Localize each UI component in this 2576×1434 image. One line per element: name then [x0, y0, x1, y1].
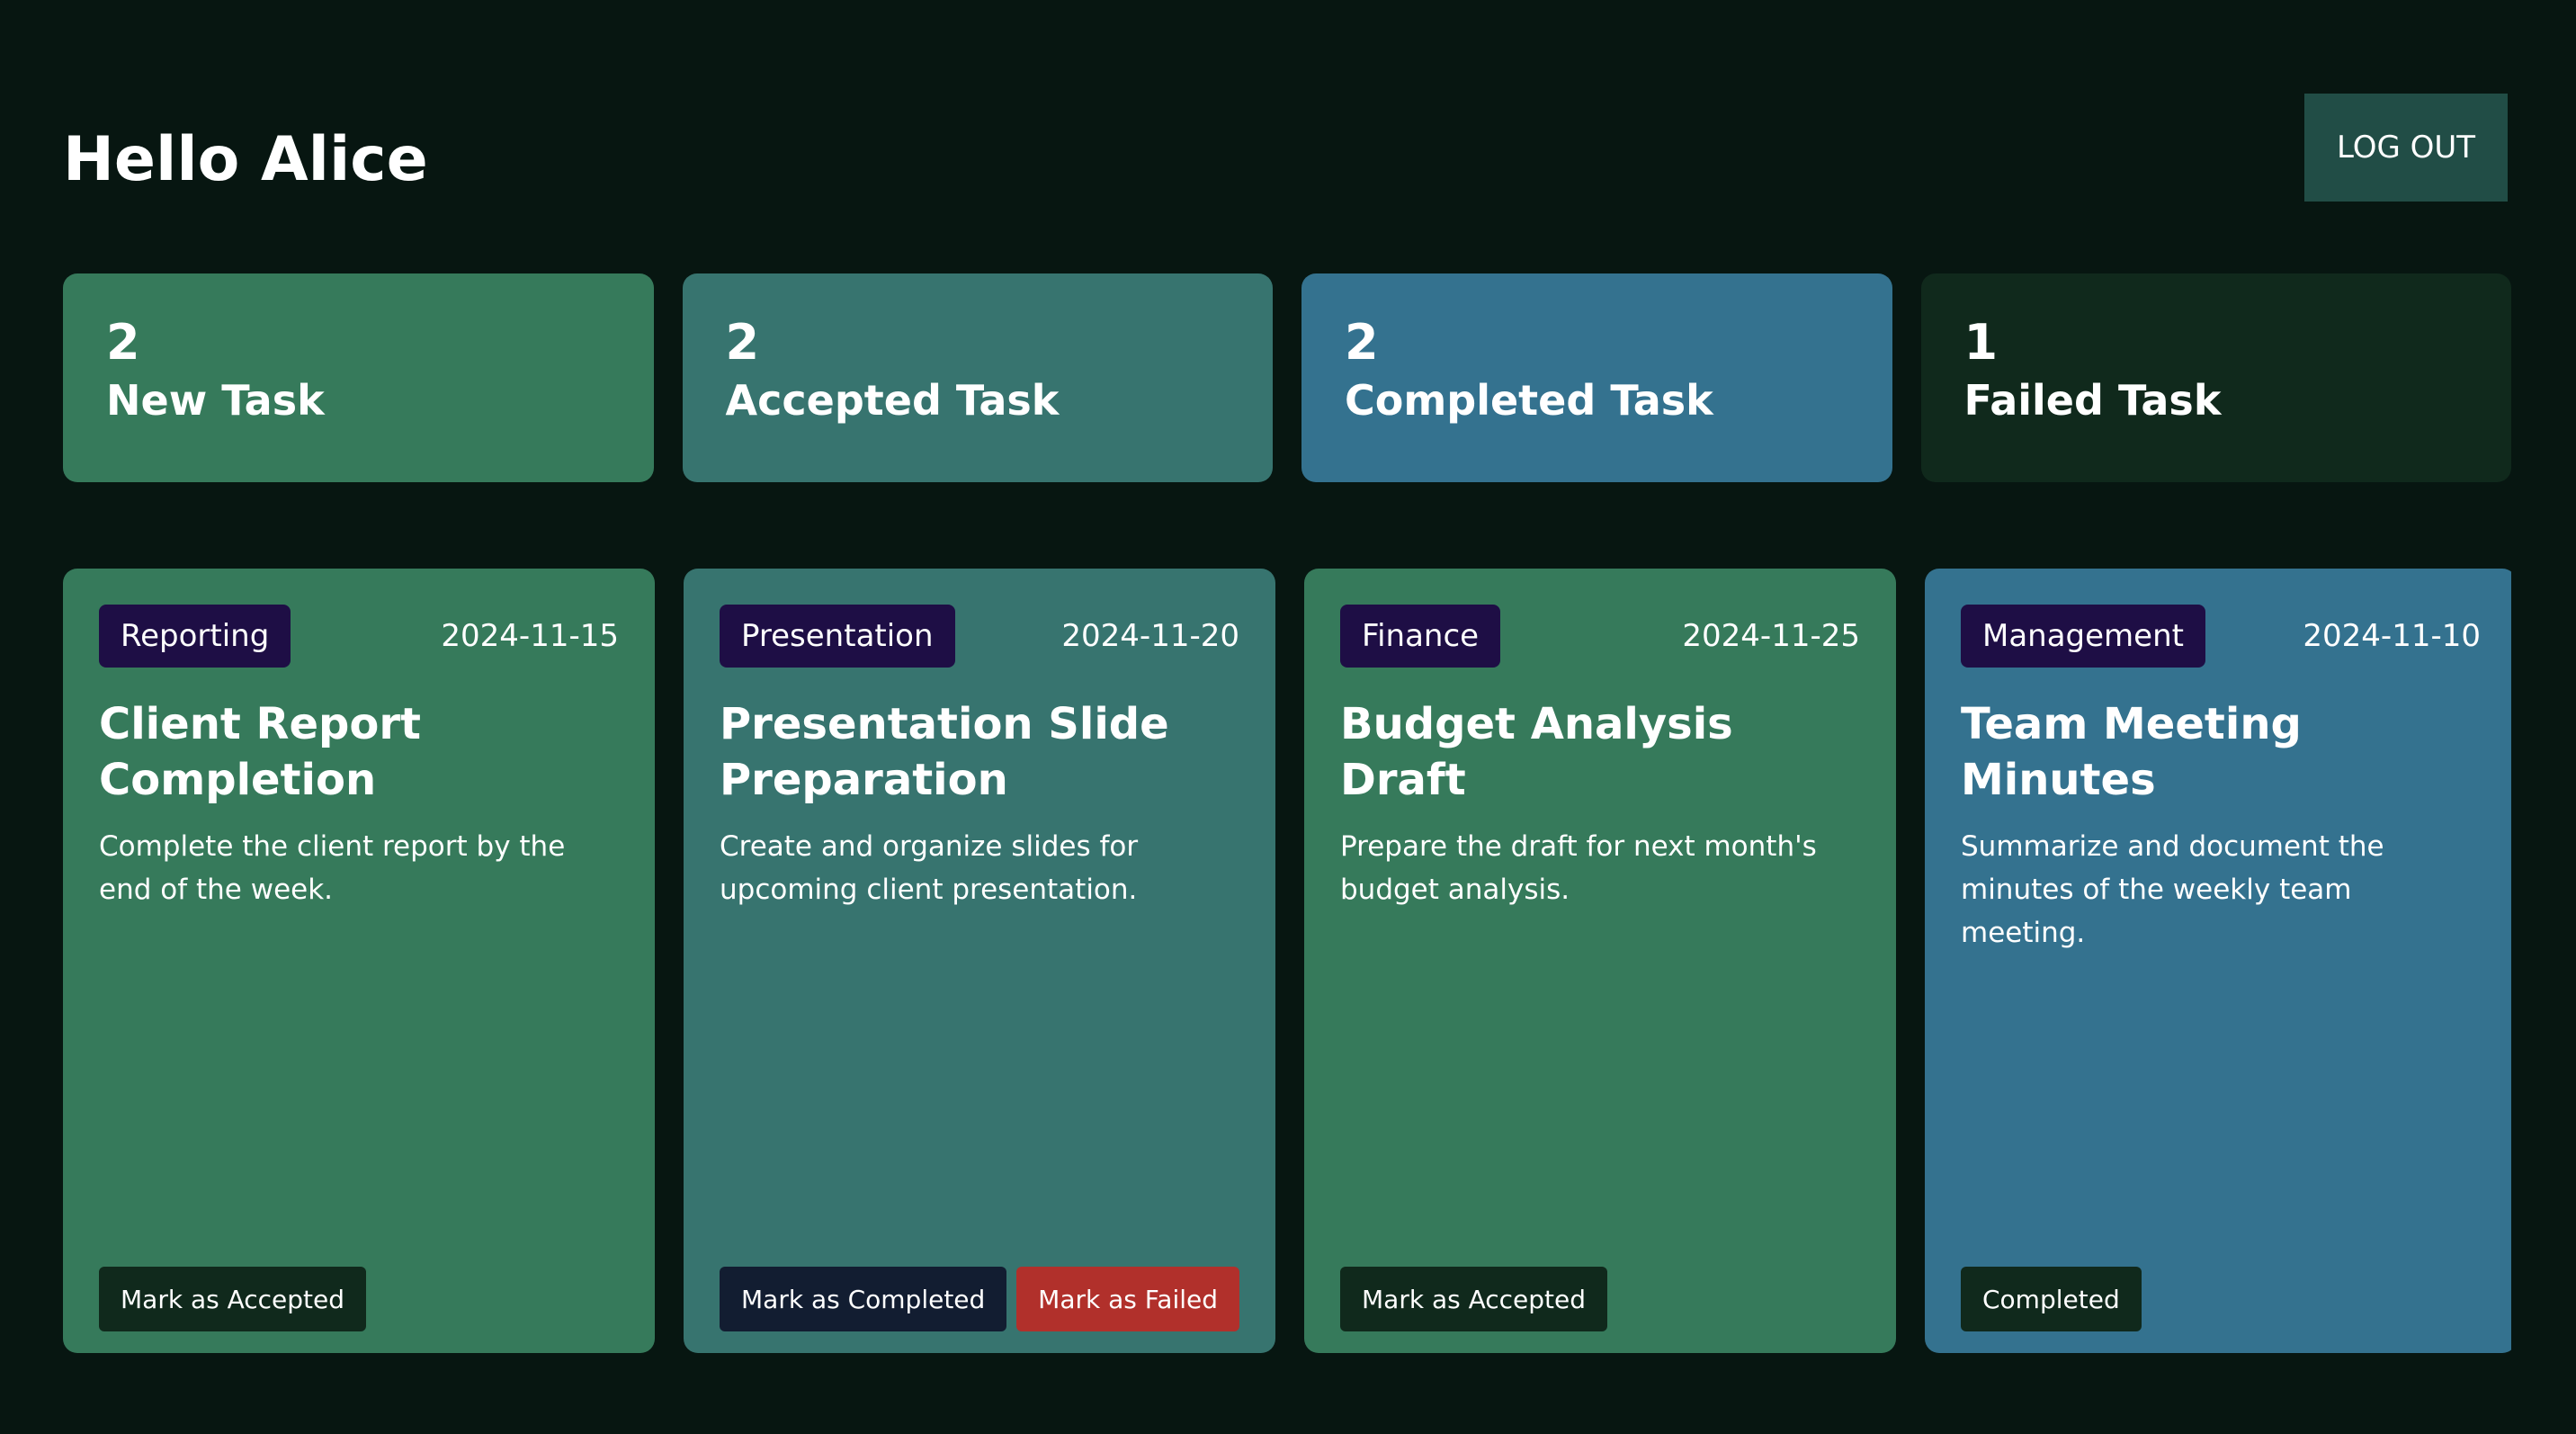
task-meta: Finance 2024-11-25 [1340, 605, 1860, 668]
stat-card-completed: 2 Completed Task [1301, 273, 1892, 482]
task-description: Prepare the draft for next month's budge… [1340, 829, 1817, 906]
task-date: 2024-11-20 [1061, 618, 1239, 654]
mark-accepted-button[interactable]: Mark as Accepted [99, 1267, 367, 1331]
task-description: Summarize and document the minutes of th… [1961, 829, 2384, 949]
stat-label: Failed Task [1963, 376, 2222, 425]
category-badge: Reporting [99, 605, 291, 668]
task-actions: Mark as Accepted [99, 1267, 619, 1331]
stat-count: 2 [725, 314, 760, 371]
logout-button[interactable]: LOG OUT [2304, 94, 2508, 202]
task-list: Reporting 2024-11-15 Client Report Compl… [63, 569, 2511, 1353]
task-card: Reporting 2024-11-15 Client Report Compl… [63, 569, 655, 1353]
category-badge: Management [1961, 605, 2205, 668]
task-stats: 2 New Task 2 Accepted Task 2 Completed T… [63, 273, 2511, 482]
task-actions: Mark as Completed Mark as Failed [720, 1267, 1239, 1331]
task-title: Client Report Completion [99, 699, 421, 806]
stat-card-new: 2 New Task [63, 273, 654, 482]
stat-card-failed: 1 Failed Task [1920, 273, 2511, 482]
completed-button[interactable]: Completed [1961, 1267, 2142, 1331]
category-badge: Presentation [720, 605, 955, 668]
greeting-title: Hello Alice [63, 124, 428, 195]
task-title: Presentation Slide Preparation [720, 699, 1169, 806]
header: Hello Alice LOG OUT [63, 94, 2508, 202]
task-date: 2024-11-25 [1682, 618, 1860, 654]
task-description: Complete the client report by the end of… [99, 829, 566, 906]
mark-failed-button[interactable]: Mark as Failed [1016, 1267, 1239, 1331]
task-actions: Mark as Accepted [1340, 1267, 1860, 1331]
task-date: 2024-11-15 [441, 618, 619, 654]
task-title: Team Meeting Minutes [1961, 699, 2302, 806]
task-card: Finance 2024-11-25 Budget Analysis Draft… [1304, 569, 1896, 1353]
task-title: Budget Analysis Draft [1340, 699, 1733, 806]
stat-label: Accepted Task [725, 376, 1060, 425]
task-card: Presentation 2024-11-20 Presentation Sli… [684, 569, 1275, 1353]
task-date: 2024-11-10 [2303, 618, 2481, 654]
stat-label: New Task [106, 376, 325, 425]
mark-completed-button[interactable]: Mark as Completed [720, 1267, 1007, 1331]
task-description: Create and organize slides for upcoming … [720, 829, 1139, 906]
dashboard-page: Hello Alice LOG OUT 2 New Task 2 Accepte… [0, 0, 2576, 1434]
task-meta: Presentation 2024-11-20 [720, 605, 1239, 668]
task-card: Management 2024-11-10 Team Meeting Minut… [1925, 569, 2511, 1353]
category-badge: Finance [1340, 605, 1501, 668]
stat-count: 1 [1963, 314, 1999, 371]
stat-count: 2 [106, 314, 140, 371]
task-actions: Completed [1961, 1267, 2481, 1331]
task-meta: Management 2024-11-10 [1961, 605, 2481, 668]
stat-label: Completed Task [1345, 376, 1713, 425]
mark-accepted-button[interactable]: Mark as Accepted [1340, 1267, 1608, 1331]
stat-card-accepted: 2 Accepted Task [682, 273, 1273, 482]
task-meta: Reporting 2024-11-15 [99, 605, 619, 668]
stat-count: 2 [1345, 314, 1379, 371]
